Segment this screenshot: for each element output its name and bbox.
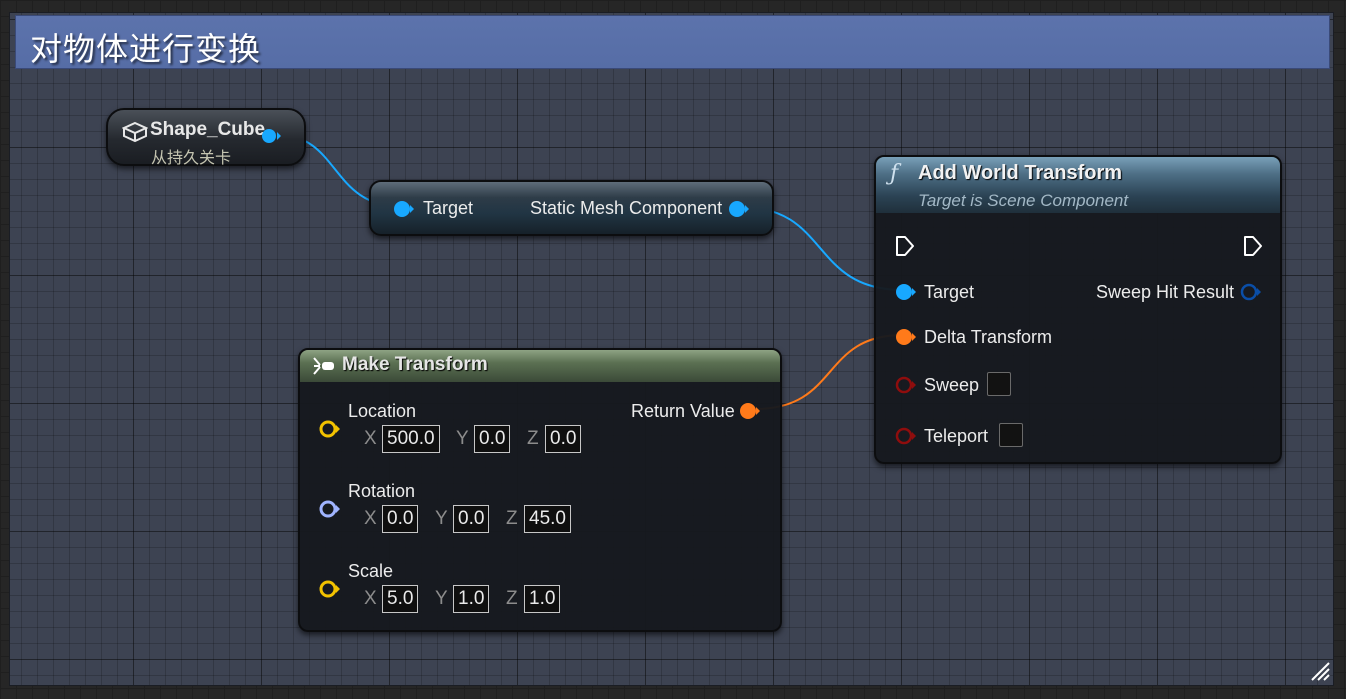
scale-x-field[interactable]: 5.0 (382, 585, 419, 613)
scale-y-field[interactable]: 1.0 (453, 585, 490, 613)
comment-header[interactable]: 对物体进行变换 (15, 15, 1330, 69)
sweep-pin[interactable] (895, 376, 917, 399)
exec-in-pin[interactable] (894, 234, 916, 263)
comment-title[interactable]: 对物体进行变换 (30, 24, 261, 70)
rotation-label: Rotation (348, 481, 416, 501)
shape-cube-title: Shape_Cube (150, 119, 266, 140)
rotation-pin[interactable] (318, 500, 342, 523)
return-value-label: Return Value (631, 401, 735, 421)
rotation-y-field[interactable]: 0.0 (453, 505, 490, 533)
awt-target-pin[interactable] (895, 283, 917, 306)
add-world-transform-header: ƒ Add World Transform Target is Scene Co… (876, 157, 1280, 213)
make-transform-node[interactable]: Make Transform Return Value Location X 5… (298, 348, 782, 632)
location-y-field[interactable]: 0.0 (474, 425, 511, 453)
scale-pin[interactable] (318, 580, 342, 603)
scale-label: Scale (348, 561, 394, 581)
location-z-field[interactable]: 0.0 (545, 425, 582, 453)
scale-z-axis: Z (506, 588, 518, 609)
static-mesh-output-pin[interactable] (728, 200, 750, 223)
location-x-axis: X (364, 428, 377, 449)
resize-grip-icon[interactable] (1310, 661, 1330, 681)
get-target-pin[interactable] (393, 200, 415, 223)
scale-x-axis: X (364, 588, 377, 609)
rotation-z-field[interactable]: 45.0 (524, 505, 571, 533)
sweep-checkbox[interactable] (987, 372, 1011, 396)
location-label: Location (348, 401, 417, 421)
sweep-hit-result-pin[interactable] (1240, 283, 1262, 306)
scale-y-axis: Y (435, 588, 448, 609)
scale-z-field[interactable]: 1.0 (524, 585, 561, 613)
location-y-axis: Y (456, 428, 469, 449)
make-struct-icon (312, 356, 336, 381)
rotation-y-axis: Y (435, 508, 448, 529)
location-z-axis: Z (527, 428, 539, 449)
cube-icon (121, 121, 149, 148)
delta-transform-label: Delta Transform (924, 327, 1053, 347)
location-x-field[interactable]: 500.0 (382, 425, 440, 453)
function-icon: ƒ (890, 161, 899, 186)
rotation-x-field[interactable]: 0.0 (382, 505, 419, 533)
make-transform-title: Make Transform (342, 354, 488, 375)
location-pin[interactable] (318, 420, 342, 443)
teleport-checkbox[interactable] (999, 423, 1023, 447)
shape-cube-node[interactable]: Shape_Cube 从持久关卡 (106, 108, 306, 167)
make-transform-header: Make Transform (300, 350, 780, 382)
static-mesh-label: Static Mesh Component (530, 198, 723, 218)
shape-cube-output-pin[interactable] (260, 127, 282, 150)
add-world-transform-title: Add World Transform (918, 162, 1123, 184)
awt-target-label: Target (924, 282, 975, 302)
get-static-mesh-node[interactable]: Target Static Mesh Component (369, 180, 774, 236)
return-value-pin[interactable] (739, 402, 761, 425)
get-target-label: Target (423, 198, 474, 218)
sweep-hit-result-label: Sweep Hit Result (1096, 282, 1235, 302)
exec-out-pin[interactable] (1242, 234, 1264, 263)
teleport-pin[interactable] (895, 427, 917, 450)
add-world-transform-subtitle: Target is Scene Component (918, 191, 1129, 210)
sweep-label: Sweep (924, 375, 980, 395)
add-world-transform-node[interactable]: ƒ Add World Transform Target is Scene Co… (874, 155, 1282, 464)
shape-cube-subtitle: 从持久关卡 (151, 148, 232, 167)
teleport-label: Teleport (924, 426, 989, 446)
delta-transform-pin[interactable] (895, 328, 917, 351)
rotation-z-axis: Z (506, 508, 518, 529)
rotation-x-axis: X (364, 508, 377, 529)
